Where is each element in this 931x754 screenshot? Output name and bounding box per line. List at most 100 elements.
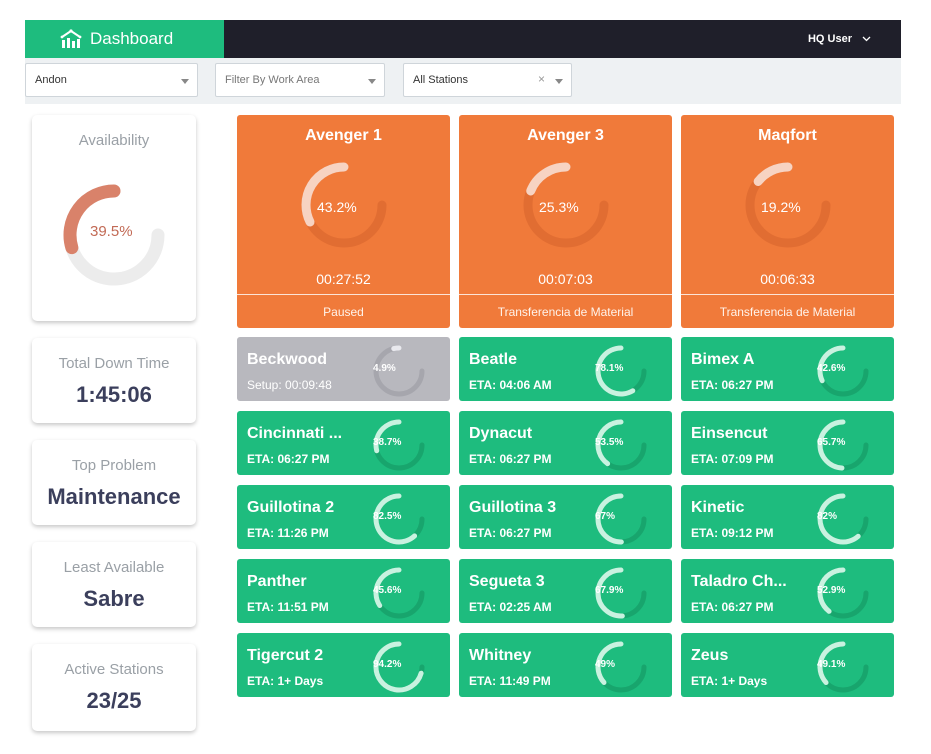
top-problem-value: Maintenance xyxy=(47,484,181,509)
station-eta: ETA: 11:26 PM xyxy=(247,526,329,540)
station-percent: 49% xyxy=(595,659,616,670)
station-eta: ETA: 02:25 AM xyxy=(469,600,552,614)
station-name: Einsencut xyxy=(691,425,768,442)
station-name: Guillotina 2 xyxy=(247,499,335,516)
station-name: Guillotina 3 xyxy=(469,499,557,516)
caret-down-icon xyxy=(555,79,563,84)
station-eta: Setup: 00:09:48 xyxy=(247,378,332,392)
station-name: Bimex A xyxy=(691,351,755,368)
station-percent: 19.2% xyxy=(761,199,801,215)
stations-select-value: All Stations xyxy=(413,74,469,86)
station-tile[interactable]: Taladro Ch... ETA: 06:27 PM 52.9% xyxy=(681,559,894,623)
station-percent: 4.9% xyxy=(373,363,396,374)
divider xyxy=(681,294,894,295)
availability-value: 39.5% xyxy=(90,223,133,240)
station-eta: ETA: 09:12 PM xyxy=(691,526,774,540)
chevron-down-icon xyxy=(862,36,871,42)
station-eta: ETA: 06:27 PM xyxy=(247,452,330,466)
least-available-value: Sabre xyxy=(83,586,145,611)
station-tile[interactable]: Tigercut 2 ETA: 1+ Days 94.2% xyxy=(237,633,450,697)
total-down-time-label: Total Down Time xyxy=(58,355,170,372)
user-menu[interactable]: HQ User xyxy=(808,20,871,58)
station-tile[interactable]: Cincinnati ... ETA: 06:27 PM 38.7% xyxy=(237,411,450,475)
station-tile[interactable]: Kinetic ETA: 09:12 PM 82% xyxy=(681,485,894,549)
station-name: Beckwood xyxy=(247,351,328,368)
divider xyxy=(237,294,450,295)
station-gauge-fill xyxy=(391,345,402,352)
station-name: Whitney xyxy=(469,647,532,664)
station-gauge-fill xyxy=(753,162,793,187)
least-available-label: Least Available xyxy=(63,559,165,576)
top-problem-label: Top Problem xyxy=(71,457,157,474)
station-name: Dynacut xyxy=(469,425,533,442)
app-title: Dashboard xyxy=(90,29,174,48)
station-tile[interactable]: Bimex A ETA: 06:27 PM 42.6% xyxy=(681,337,894,401)
station-eta: ETA: 11:51 PM xyxy=(247,600,329,614)
work-area-select[interactable]: Filter By Work Area xyxy=(215,63,385,97)
station-name: Cincinnati ... xyxy=(247,425,343,442)
station-name: Segueta 3 xyxy=(469,573,545,590)
station-percent: 43.2% xyxy=(317,199,357,215)
divider xyxy=(459,294,672,295)
station-tile[interactable]: Dynacut ETA: 06:27 PM 53.5% xyxy=(459,411,672,475)
station-tile[interactable]: Segueta 3 ETA: 02:25 AM 67.9% xyxy=(459,559,672,623)
featured-station-tile[interactable]: Avenger 3 25.3% 00:07:03 Transferencia de M… xyxy=(459,115,672,328)
station-timer: 00:27:52 xyxy=(316,271,371,287)
station-percent: 38.7% xyxy=(373,437,402,448)
station-eta: ETA: 07:09 PM xyxy=(691,452,774,466)
work-area-placeholder: Filter By Work Area xyxy=(225,74,320,86)
total-down-time-card: Total Down Time 1:45:06 xyxy=(32,338,196,423)
station-gauge-fill xyxy=(526,162,571,196)
featured-station-tile[interactable]: Maqfort 19.2% 00:06:33 Transferencia de Mat… xyxy=(681,115,894,328)
station-name: Maqfort xyxy=(758,127,817,144)
active-stations-value: 23/25 xyxy=(86,688,142,713)
station-percent: 67.9% xyxy=(595,585,624,596)
station-name: Panther xyxy=(247,573,307,590)
station-name: Kinetic xyxy=(691,499,745,516)
station-tile[interactable]: Panther ETA: 11:51 PM 45.6% xyxy=(237,559,450,623)
station-tile[interactable]: Zeus ETA: 1+ Days 49.1% xyxy=(681,633,894,697)
module-select-value: Andon xyxy=(35,74,67,86)
caret-down-icon xyxy=(181,79,189,84)
clear-icon[interactable]: × xyxy=(538,72,545,86)
station-percent: 53.5% xyxy=(595,437,624,448)
station-eta: ETA: 06:27 PM xyxy=(691,600,774,614)
station-percent: 94.2% xyxy=(373,659,402,670)
station-eta: ETA: 06:27 PM xyxy=(469,526,552,540)
brand[interactable]: Dashboard xyxy=(25,20,224,58)
module-select[interactable]: Andon xyxy=(25,63,198,97)
filter-bar: Andon Filter By Work Area All Stations × xyxy=(25,58,901,104)
availability-card: Availability 39.5% xyxy=(32,115,196,321)
station-name: Avenger 1 xyxy=(305,127,382,144)
total-down-time-value: 1:45:06 xyxy=(76,382,152,407)
station-eta: ETA: 11:49 PM xyxy=(469,674,551,688)
stations-select[interactable]: All Stations × xyxy=(403,63,572,97)
station-name: Tigercut 2 xyxy=(247,647,324,664)
station-status: Transferencia de Material xyxy=(719,305,856,319)
station-eta: ETA: 06:27 PM xyxy=(691,378,774,392)
station-tile[interactable]: Einsencut ETA: 07:09 PM 65.7% xyxy=(681,411,894,475)
station-name: Avenger 3 xyxy=(527,127,604,144)
active-stations-card: Active Stations 23/25 xyxy=(32,644,196,731)
station-percent: 82% xyxy=(817,511,838,522)
station-name: Zeus xyxy=(691,647,729,664)
station-eta: ETA: 06:27 PM xyxy=(469,452,552,466)
user-name: HQ User xyxy=(807,33,852,45)
station-percent: 65.7% xyxy=(817,437,846,448)
station-tile[interactable]: Beatle ETA: 04:06 AM 78.1% xyxy=(459,337,672,401)
caret-down-icon xyxy=(368,79,376,84)
station-timer: 00:07:03 xyxy=(538,271,593,287)
station-percent: 67% xyxy=(595,511,616,522)
station-name: Taladro Ch... xyxy=(691,573,787,590)
station-eta: ETA: 1+ Days xyxy=(691,674,768,688)
station-percent: 25.3% xyxy=(539,199,579,215)
station-tile[interactable]: Guillotina 3 ETA: 06:27 PM 67% xyxy=(459,485,672,549)
station-percent: 45.6% xyxy=(373,585,402,596)
station-tile[interactable]: Beckwood Setup: 00:09:48 4.9% xyxy=(237,337,450,401)
featured-station-tile[interactable]: Avenger 1 43.2% 00:27:52 Paused xyxy=(237,115,450,328)
station-eta: ETA: 04:06 AM xyxy=(469,378,552,392)
station-tile[interactable]: Whitney ETA: 11:49 PM 49% xyxy=(459,633,672,697)
station-percent: 82.5% xyxy=(373,511,402,522)
station-status: Paused xyxy=(323,305,364,319)
station-tile[interactable]: Guillotina 2 ETA: 11:26 PM 82.5% xyxy=(237,485,450,549)
